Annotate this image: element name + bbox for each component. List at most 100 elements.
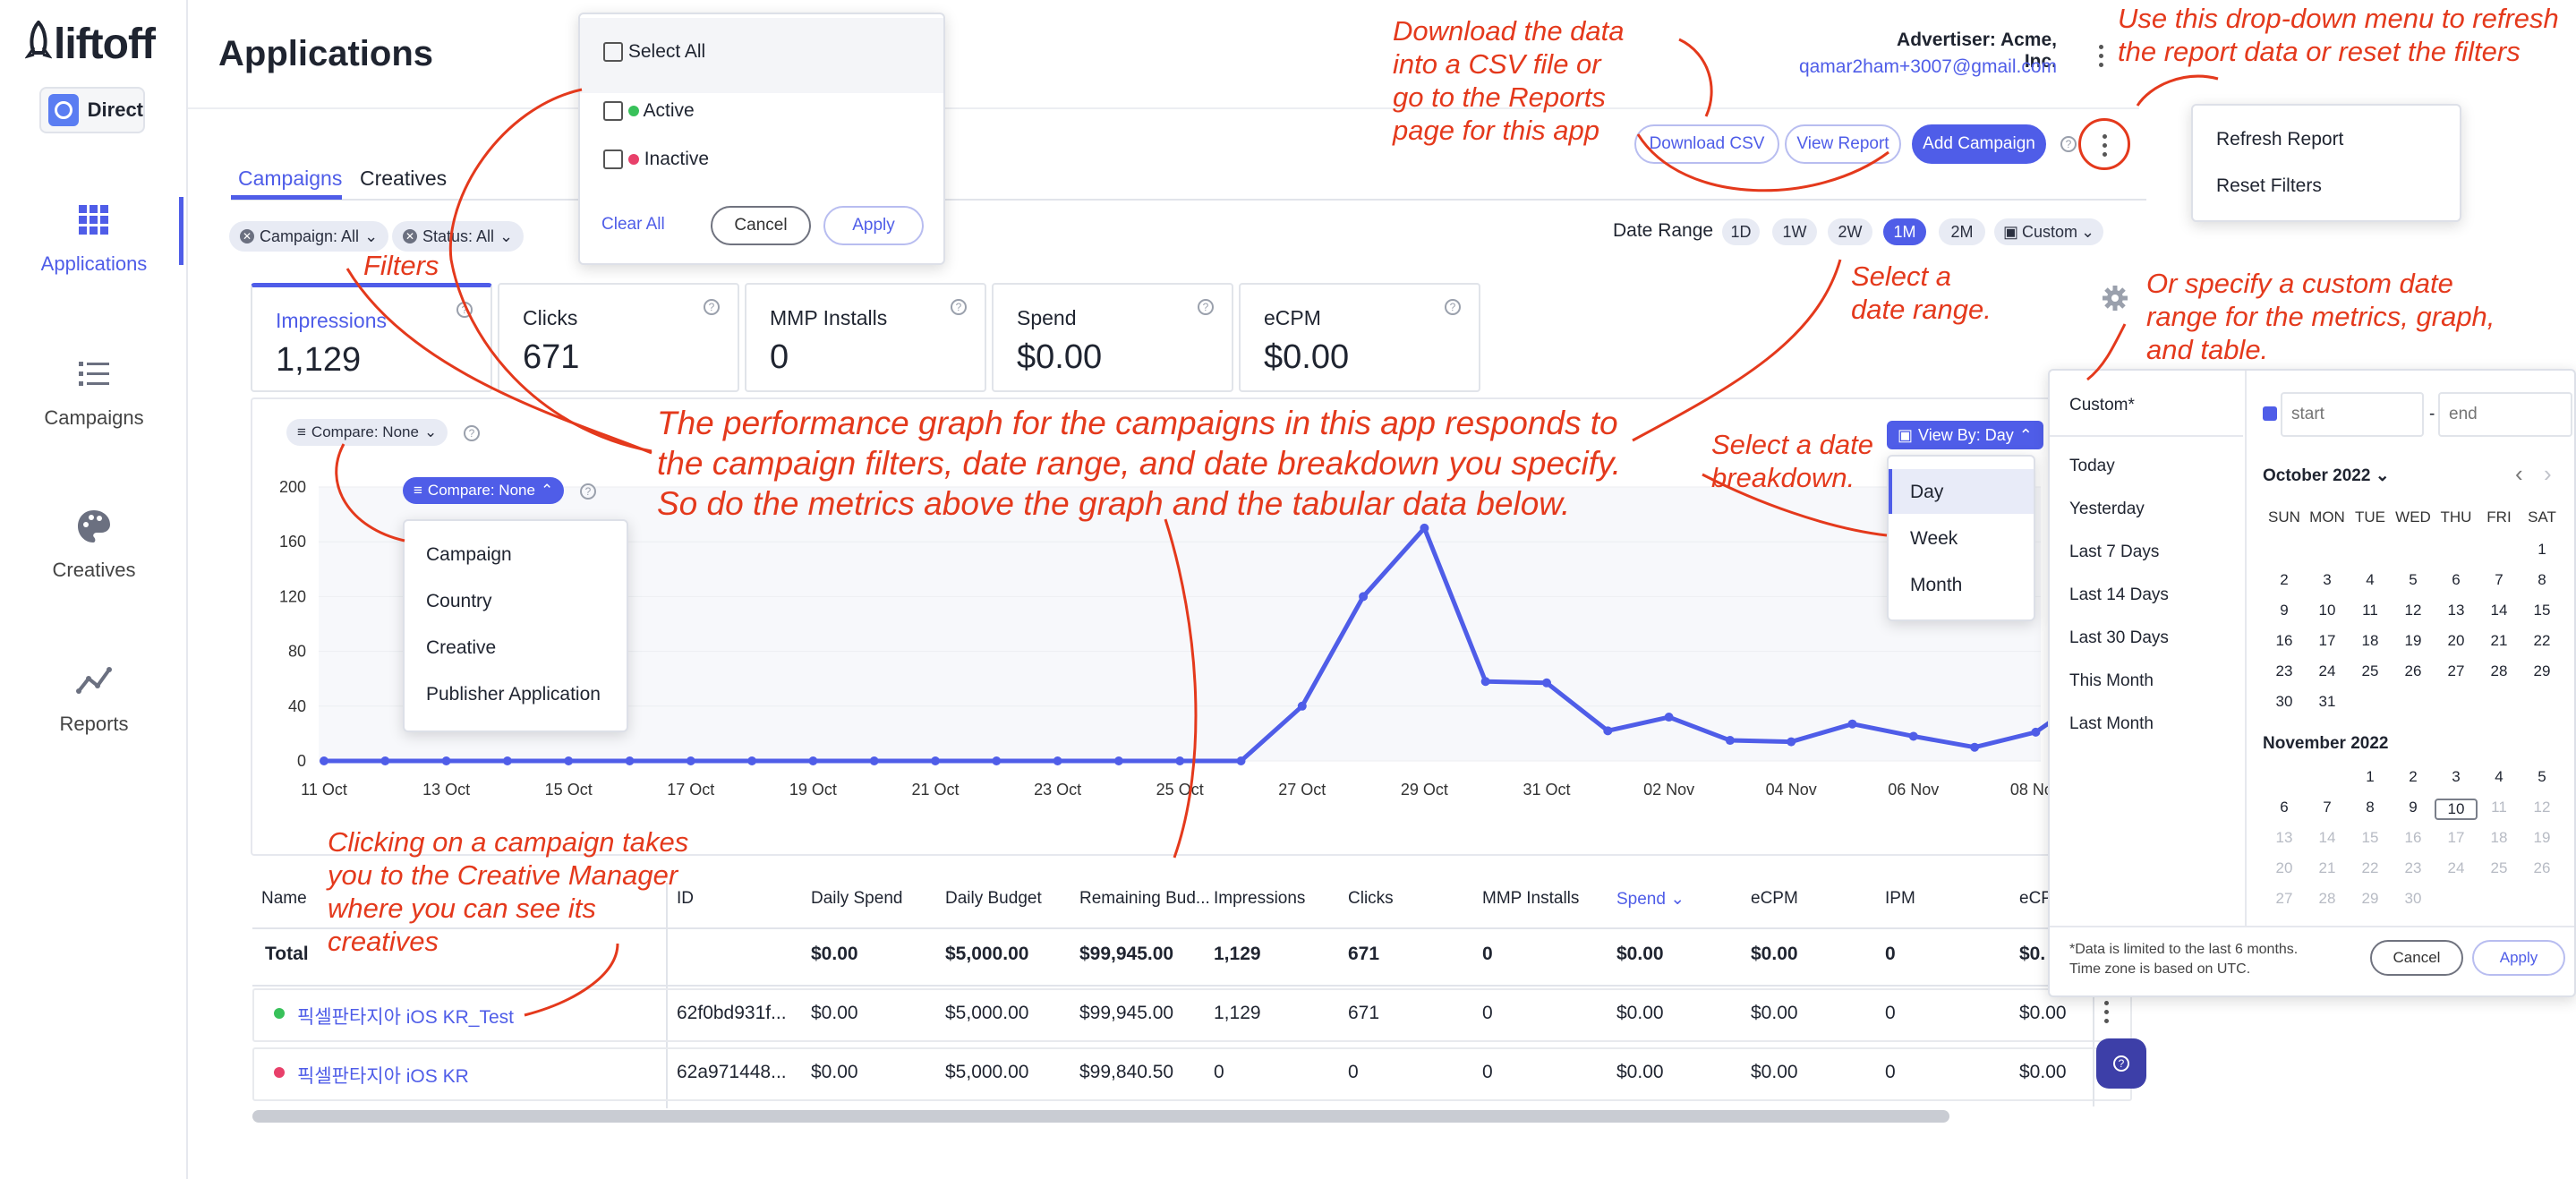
col-ipm[interactable]: IPM (1885, 889, 1915, 909)
calendar-day[interactable]: 26 (2392, 662, 2435, 680)
calendar-day[interactable]: 19 (2392, 632, 2435, 650)
clear-icon[interactable]: ✕ (240, 229, 254, 243)
refresh-report-item[interactable]: Refresh Report (2216, 129, 2343, 150)
calendar-day[interactable]: 26 (2521, 859, 2563, 877)
nav-reports[interactable]: Reports (0, 662, 188, 736)
view-report-button[interactable]: View Report (1785, 124, 1901, 164)
table-row[interactable] (252, 1047, 2132, 1101)
calendar-day[interactable]: 1 (2521, 541, 2563, 559)
calendar-day[interactable]: 20 (2263, 859, 2306, 877)
calendar-day[interactable]: 31 (2306, 693, 2349, 711)
calendar-day[interactable]: 14 (2306, 829, 2349, 847)
calendar-day[interactable]: 27 (2263, 890, 2306, 908)
col-remaining-budget[interactable]: Remaining Bud... (1079, 889, 1210, 909)
preset-option[interactable]: Last 7 Days (2069, 543, 2159, 562)
calendar-day[interactable]: 21 (2306, 859, 2349, 877)
horizontal-scrollbar[interactable] (252, 1110, 1949, 1123)
calendar-day[interactable]: 27 (2435, 662, 2478, 680)
metric-card-clicks[interactable]: Clicks 671? (498, 283, 739, 392)
calendar-day[interactable]: 2 (2263, 571, 2306, 589)
calendar-day[interactable]: 12 (2521, 799, 2563, 816)
calendar-day[interactable]: 4 (2349, 571, 2392, 589)
calendar-day[interactable]: 10 (2306, 602, 2349, 619)
calendar-day[interactable]: 24 (2435, 859, 2478, 877)
picker-cancel-button[interactable]: Cancel (2370, 940, 2463, 976)
calendar-day[interactable]: 3 (2435, 768, 2478, 786)
range-1m[interactable]: 1M (1883, 218, 1926, 245)
start-date-input[interactable] (2281, 392, 2424, 437)
download-csv-button[interactable]: Download CSV (1634, 124, 1779, 164)
range-1w[interactable]: 1W (1772, 218, 1817, 245)
inactive-option[interactable]: Inactive (603, 149, 709, 170)
preset-option[interactable]: Yesterday (2069, 500, 2145, 519)
calendar-day[interactable]: 30 (2263, 693, 2306, 711)
calendar-day[interactable]: 25 (2349, 662, 2392, 680)
metric-card-impressions[interactable]: Impressions 1,129? (251, 283, 492, 392)
calendar-day[interactable]: 8 (2521, 571, 2563, 589)
compare-option-campaign[interactable]: Campaign (426, 544, 512, 566)
calendar-day[interactable]: 5 (2392, 571, 2435, 589)
calendar-day[interactable]: 15 (2521, 602, 2563, 619)
calendar-day[interactable]: 3 (2306, 571, 2349, 589)
reset-filters-item[interactable]: Reset Filters (2216, 175, 2322, 197)
nav-campaigns[interactable]: Campaigns (0, 356, 188, 430)
calendar-day[interactable]: 9 (2263, 602, 2306, 619)
end-date-input[interactable] (2438, 392, 2572, 437)
settings-gear-icon[interactable] (2102, 285, 2128, 312)
calendar-day[interactable]: 25 (2478, 859, 2521, 877)
calendar-day[interactable]: 19 (2521, 829, 2563, 847)
metric-card-spend[interactable]: Spend $0.00? (992, 283, 1233, 392)
preset-option[interactable]: This Month (2069, 671, 2154, 691)
calendar-day[interactable]: 23 (2263, 662, 2306, 680)
clear-icon[interactable]: ✕ (403, 229, 417, 243)
calendar-day[interactable]: 2 (2392, 768, 2435, 786)
nav-applications[interactable]: Applications (0, 202, 188, 276)
custom-range-button[interactable]: ▣ Custom ⌄ (1994, 218, 2103, 245)
checkbox[interactable] (603, 42, 623, 63)
status-filter-chip[interactable]: ✕ Status: All ⌄ (392, 221, 525, 252)
col-spend-sorted[interactable]: Spend ⌄ (1616, 889, 1685, 910)
checkbox[interactable] (603, 101, 623, 122)
more-options-icon[interactable] (2100, 134, 2109, 157)
col-ecpm[interactable]: eCPM (1751, 889, 1798, 909)
user-email[interactable]: qamar2ham+3007@gmail.com (1790, 56, 2057, 78)
col-clicks[interactable]: Clicks (1348, 889, 1394, 909)
preset-option[interactable]: Last 14 Days (2069, 585, 2169, 605)
range-2m[interactable]: 2M (1939, 218, 1985, 245)
view-by-button[interactable]: ▣ View By: Day ⌃ (1887, 421, 2043, 449)
calendar-day[interactable]: 13 (2435, 602, 2478, 619)
row-more-icon[interactable] (2102, 1001, 2111, 1023)
col-daily-spend[interactable]: Daily Spend (811, 889, 902, 909)
view-by-month[interactable]: Month (1910, 575, 1962, 596)
metric-card-ecpm[interactable]: eCPM $0.00? (1239, 283, 1480, 392)
compare-option-creative[interactable]: Creative (426, 637, 496, 659)
metric-card-mmp-installs[interactable]: MMP Installs 0? (745, 283, 986, 392)
range-1d[interactable]: 1D (1722, 218, 1760, 245)
calendar-day[interactable]: 6 (2263, 799, 2306, 816)
calendar-day[interactable]: 23 (2392, 859, 2435, 877)
calendar-day[interactable]: 6 (2435, 571, 2478, 589)
month-title-october[interactable]: October 2022 ⌄ (2263, 466, 2390, 486)
today-date[interactable]: 10 (2435, 799, 2478, 820)
calendar-day[interactable]: 5 (2521, 768, 2563, 786)
account-switcher[interactable]: Direct (39, 87, 145, 133)
table-row[interactable] (252, 988, 2132, 1042)
help-icon[interactable]: ? (464, 425, 480, 441)
col-impressions[interactable]: Impressions (1214, 889, 1305, 909)
select-all-option[interactable]: Select All (603, 41, 705, 63)
preset-option[interactable]: Today (2069, 457, 2115, 476)
calendar-day[interactable]: 28 (2306, 890, 2349, 908)
status-cancel-button[interactable]: Cancel (711, 206, 811, 245)
calendar-day[interactable]: 21 (2478, 632, 2521, 650)
help-icon[interactable]: ? (704, 299, 720, 315)
calendar-day[interactable]: 4 (2478, 768, 2521, 786)
calendar-day[interactable]: 29 (2349, 890, 2392, 908)
calendar-day[interactable]: 11 (2478, 799, 2521, 816)
campaign-name-link[interactable]: 픽셀판타지아 iOS KR (297, 1062, 469, 1089)
preset-option[interactable]: Last 30 Days (2069, 628, 2169, 648)
help-icon[interactable]: ? (1445, 299, 1461, 315)
calendar-day[interactable]: 17 (2306, 632, 2349, 650)
prev-month-icon[interactable]: ‹ (2515, 460, 2523, 488)
help-icon[interactable]: ? (456, 302, 473, 318)
calendar-day[interactable]: 18 (2478, 829, 2521, 847)
